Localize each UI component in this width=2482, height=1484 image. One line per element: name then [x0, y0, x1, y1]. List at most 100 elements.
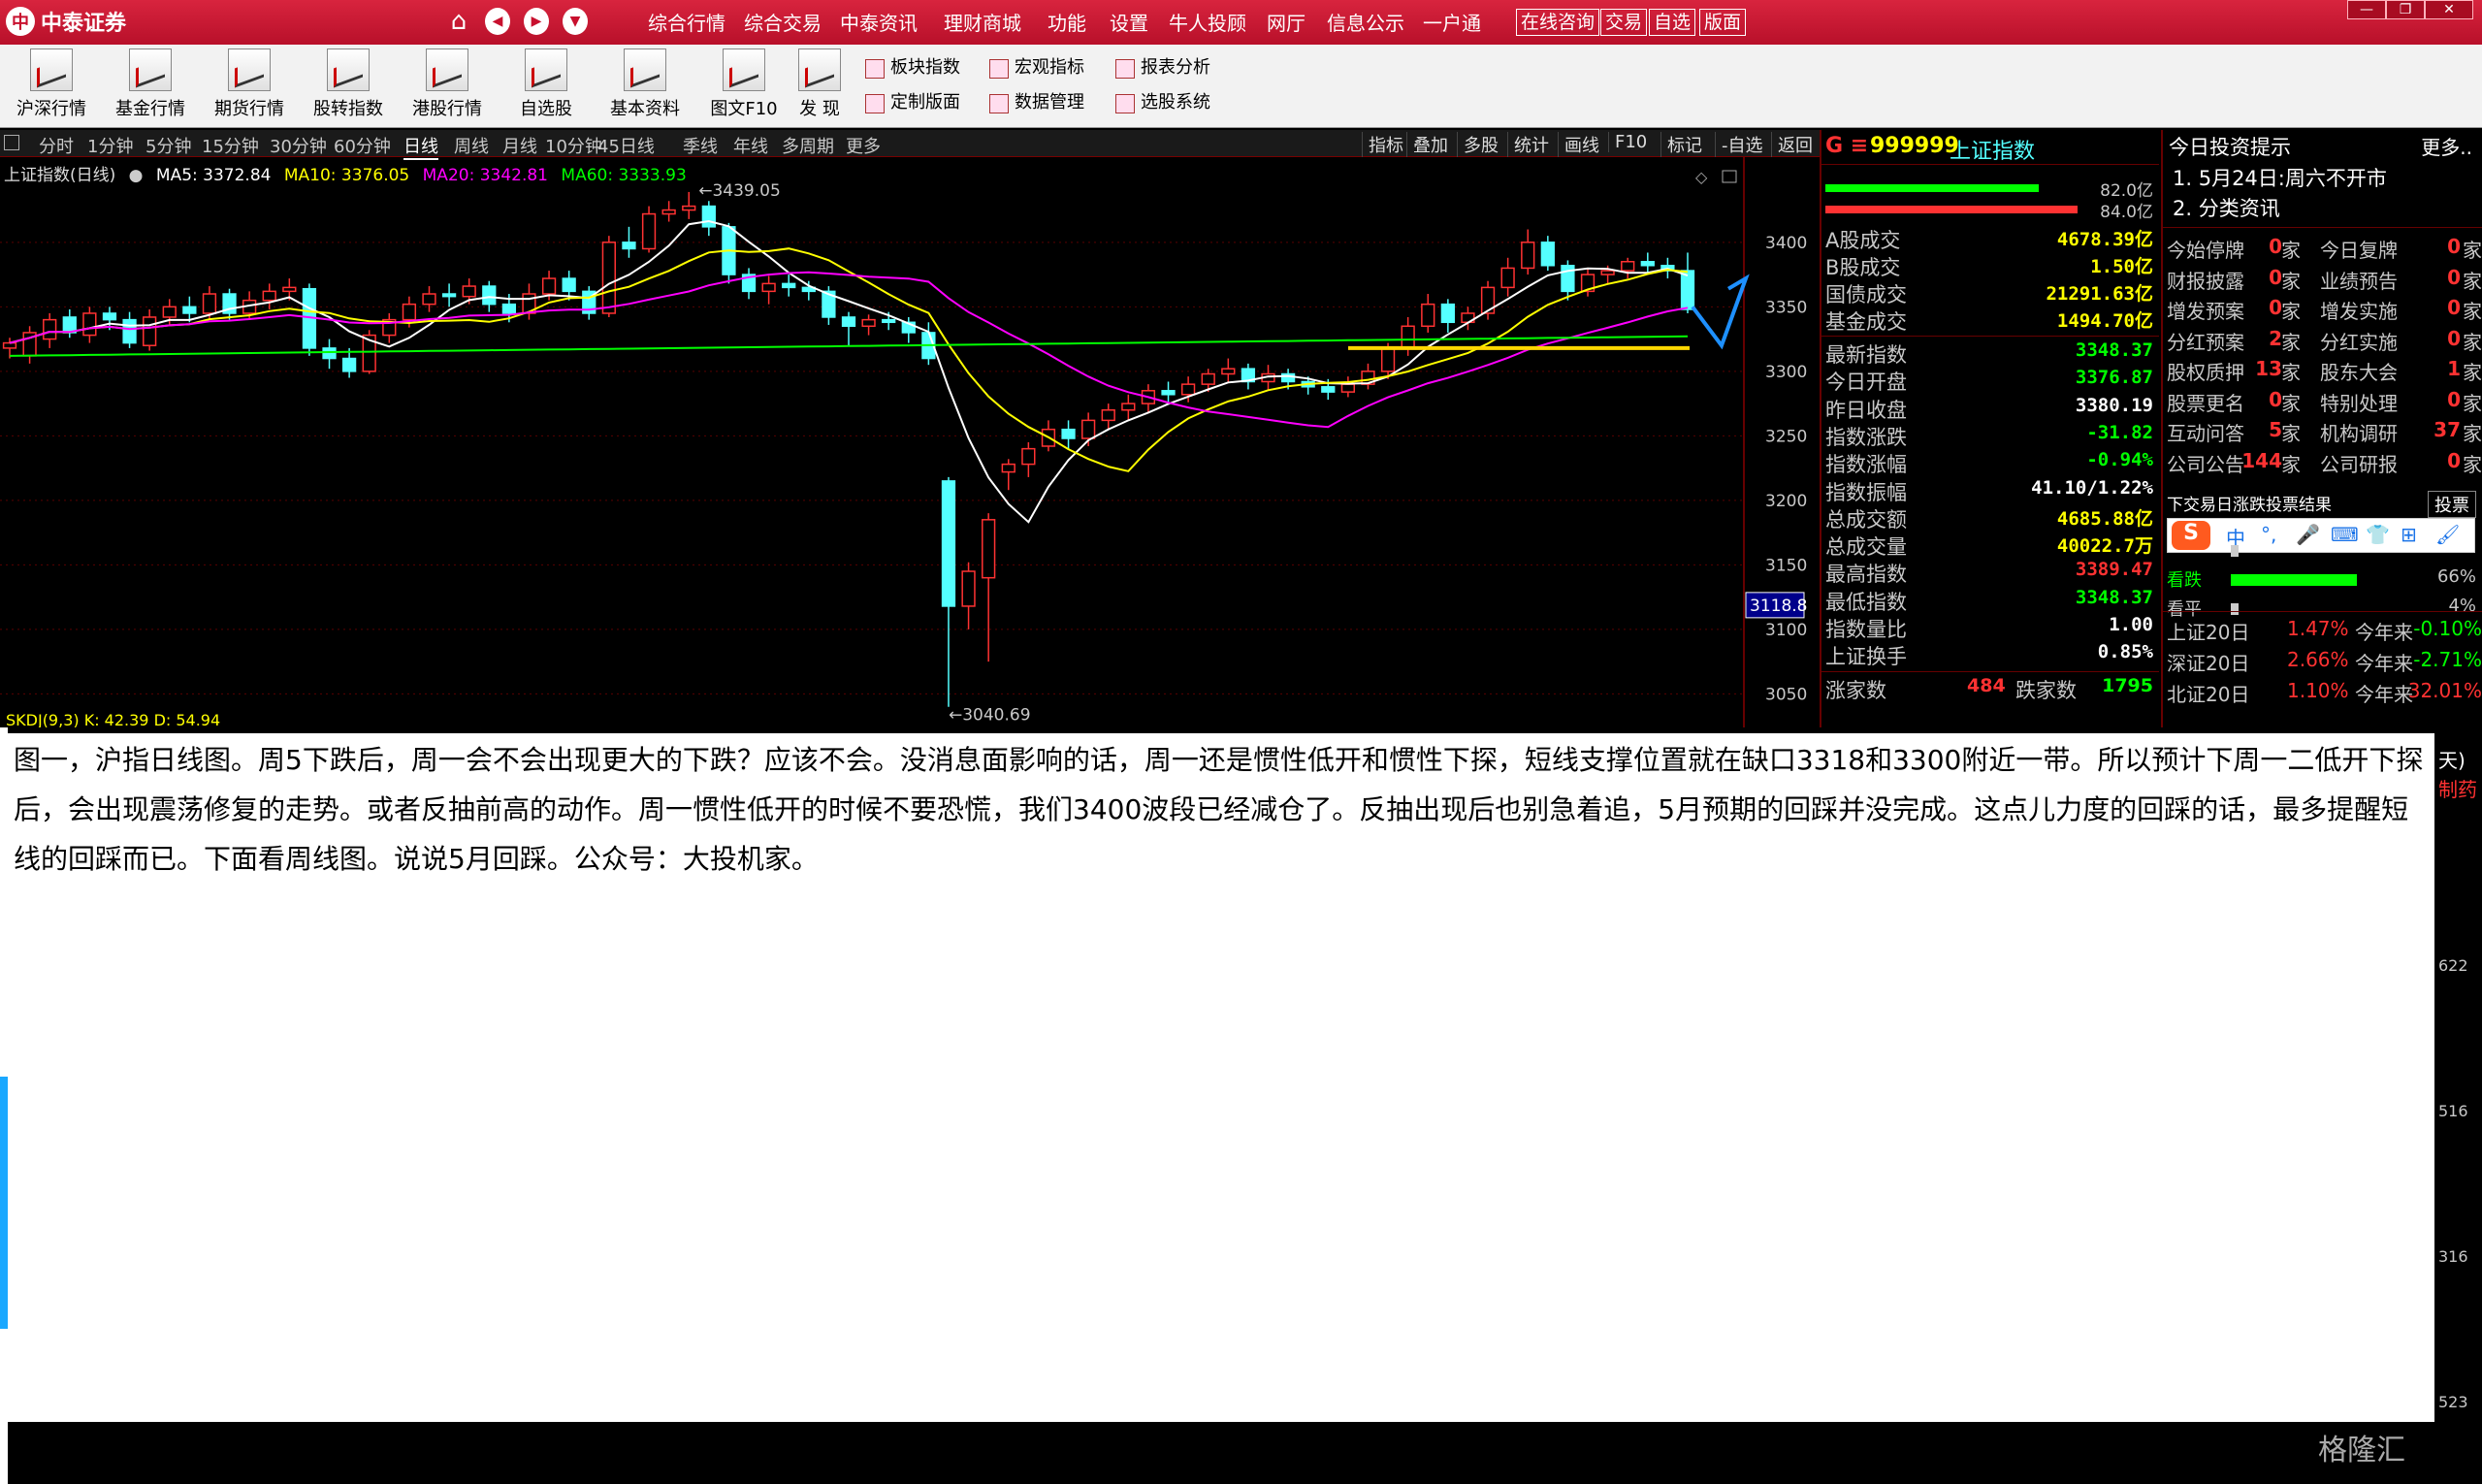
stat-label: 业绩预告	[2320, 269, 2398, 293]
tips-item[interactable]: 2. 分类资讯	[2173, 193, 2280, 222]
menu-item[interactable]: 一户通	[1423, 8, 1481, 36]
quote-row-label: 昨日收盘	[1825, 398, 1907, 422]
period-tab[interactable]: 月线	[502, 133, 537, 158]
diamond-icon: ◇	[1695, 168, 1708, 186]
quote-row: 国债成交 21291.63亿	[1821, 279, 2159, 306]
period-tab[interactable]: 分时	[39, 133, 74, 158]
toolbar-small-button[interactable]: 宏观指标	[987, 54, 1084, 81]
stat-row[interactable]: 财报披露 0 家业绩预告 0 家	[2163, 266, 2482, 293]
toolbar-button[interactable]: 自选股	[502, 48, 590, 124]
restore-icon[interactable]: ❐	[2386, 0, 2425, 19]
quote-header: G ≡ 999999 上证指数	[1821, 130, 2159, 165]
chart-button[interactable]: 叠加	[1406, 132, 1454, 157]
menu-item[interactable]: 综合行情	[648, 8, 725, 36]
title-box-button[interactable]: 版面	[1699, 9, 1747, 36]
chart-button[interactable]: 指标	[1362, 132, 1409, 157]
menu-item[interactable]: 功能	[1048, 8, 1086, 36]
stat-unit: 家	[2281, 452, 2301, 476]
chart-button[interactable]: 统计	[1507, 132, 1555, 157]
stat-row[interactable]: 分红预案 2 家分红实施 0 家	[2163, 327, 2482, 354]
menu-item[interactable]: 综合交易	[744, 8, 822, 36]
toolbar-small-button[interactable]: 选股系统	[1113, 89, 1210, 116]
close-icon[interactable]: ✕	[2425, 0, 2473, 19]
menu-item[interactable]: 设置	[1110, 8, 1148, 36]
stat-label: 今日复牌	[2320, 239, 2398, 262]
title-box-button[interactable]: 在线咨询	[1516, 9, 1600, 36]
stat-row[interactable]: 公司公告 144 家公司研报 0 家	[2163, 449, 2482, 476]
candle-body	[43, 318, 57, 340]
period-tab[interactable]: 日线	[403, 133, 438, 160]
toolbar-small-button[interactable]: 板块指数	[863, 54, 960, 81]
period-tab[interactable]: 多周期	[782, 133, 834, 158]
quote-row-label: B股成交	[1825, 256, 1901, 279]
period-tab[interactable]: 5分钟	[145, 133, 191, 158]
stat-row[interactable]: 股权质押 13 家股东大会 1 家	[2163, 357, 2482, 384]
layout-icon[interactable]	[4, 135, 19, 150]
period-tab[interactable]: 30分钟	[270, 133, 327, 158]
period-tab[interactable]: 周线	[454, 133, 489, 158]
kline-chart[interactable]: 3400 3350 3300 3250 3200 3150 3100 3050 ←3439.05…	[0, 157, 1820, 727]
candle-body	[1440, 303, 1455, 324]
chart-button[interactable]: 标记	[1660, 132, 1708, 157]
toolbar-button[interactable]: 港股行情	[403, 48, 491, 124]
stat-row[interactable]: 股票更名 0 家特别处理 0 家	[2163, 388, 2482, 415]
period-tab[interactable]: 年线	[733, 133, 768, 158]
chart-button[interactable]: 画线	[1558, 132, 1605, 157]
toolbar-button[interactable]: 基本资料	[601, 48, 689, 124]
toolbar-button[interactable]: 股转指数	[305, 48, 392, 124]
toolbar-button[interactable]: 图文F10	[700, 48, 788, 124]
candle-body	[82, 312, 97, 337]
period-tab[interactable]: 季线	[683, 133, 718, 158]
candle-body	[1180, 383, 1196, 396]
period-tab[interactable]: 10分钟	[545, 133, 602, 158]
toolbar-small-button[interactable]: 定制版面	[863, 89, 960, 116]
dropdown-icon[interactable]: ▼	[563, 8, 588, 35]
toolbar-button[interactable]: 期货行情	[206, 48, 293, 124]
title-box-button[interactable]: 交易	[1600, 9, 1648, 36]
toolbar-small-button[interactable]: 数据管理	[987, 89, 1084, 116]
stat-row[interactable]: 增发预案 0 家增发实施 0 家	[2163, 296, 2482, 323]
period-tab[interactable]: 1分钟	[87, 133, 133, 158]
tips-item[interactable]: 1. 5月24日:周六不开市	[2173, 163, 2387, 192]
home-icon[interactable]: ⌂	[446, 7, 471, 36]
toolbar: 沪深行情 基金行情 期货行情 股转指数 港股行情 自选股 基本资料 图文F10 发 现 板块指数宏…	[0, 45, 2482, 128]
stat-row[interactable]: 互动问答 5 家机构调研 37 家	[2163, 418, 2482, 445]
menu-item[interactable]: 牛人投顾	[1169, 8, 1246, 36]
index-label: 上证20日	[2167, 621, 2250, 644]
stat-unit: 家	[2463, 269, 2482, 293]
chart-button[interactable]: -自选	[1715, 132, 1769, 157]
period-tab[interactable]: 15分钟	[202, 133, 259, 158]
menu-item[interactable]: 理财商城	[944, 8, 1021, 36]
vote-button[interactable]: 投票	[2428, 491, 2476, 518]
back-icon[interactable]: ◀	[485, 8, 510, 35]
tips-more-link[interactable]: 更多..	[2421, 132, 2472, 160]
title-box-button[interactable]: 自选	[1649, 9, 1696, 36]
edge-number: 622	[2438, 956, 2468, 975]
chart-button[interactable]: F10	[1608, 132, 1653, 152]
edge-number: 316	[2438, 1247, 2468, 1266]
minimize-icon[interactable]: —	[2347, 0, 2386, 19]
candle-body	[441, 293, 457, 298]
title-bar: 中中泰证券 ⌂ ◀ ▶ ▼ — ❐ ✕ 综合行情 综合交易 中泰资讯 理财商城 功能 设置…	[0, 0, 2482, 45]
chart-button[interactable]: 多股	[1457, 132, 1504, 157]
toolbar-button[interactable]: 沪深行情	[8, 48, 95, 124]
separator	[1821, 670, 2159, 672]
quote-row-label: 总成交额	[1825, 507, 1907, 532]
toolbar-small-button[interactable]: 报表分析	[1113, 54, 1210, 81]
volume-bar-green	[1825, 184, 2039, 192]
quote-row-value: 4685.88亿	[2056, 507, 2153, 530]
period-tab[interactable]: 60分钟	[334, 133, 391, 158]
toolbar-label: 基金行情	[115, 99, 185, 119]
period-tab[interactable]: 更多	[846, 133, 881, 158]
stat-row[interactable]: 今始停牌 0 家今日复牌 0 家	[2163, 235, 2482, 262]
quote-row-label: 最高指数	[1825, 563, 1907, 587]
menu-item[interactable]: 网厅	[1267, 8, 1305, 36]
stat-count: 0	[2447, 326, 2461, 350]
period-tab[interactable]: 45日线	[597, 133, 655, 158]
toolbar-button[interactable]: 发 现	[776, 48, 863, 124]
menu-item[interactable]: 信息公示	[1327, 8, 1404, 36]
toolbar-button[interactable]: 基金行情	[107, 48, 194, 124]
forward-icon[interactable]: ▶	[524, 8, 549, 35]
chart-button[interactable]: 返回	[1771, 132, 1819, 157]
menu-item[interactable]: 中泰资讯	[840, 8, 918, 36]
